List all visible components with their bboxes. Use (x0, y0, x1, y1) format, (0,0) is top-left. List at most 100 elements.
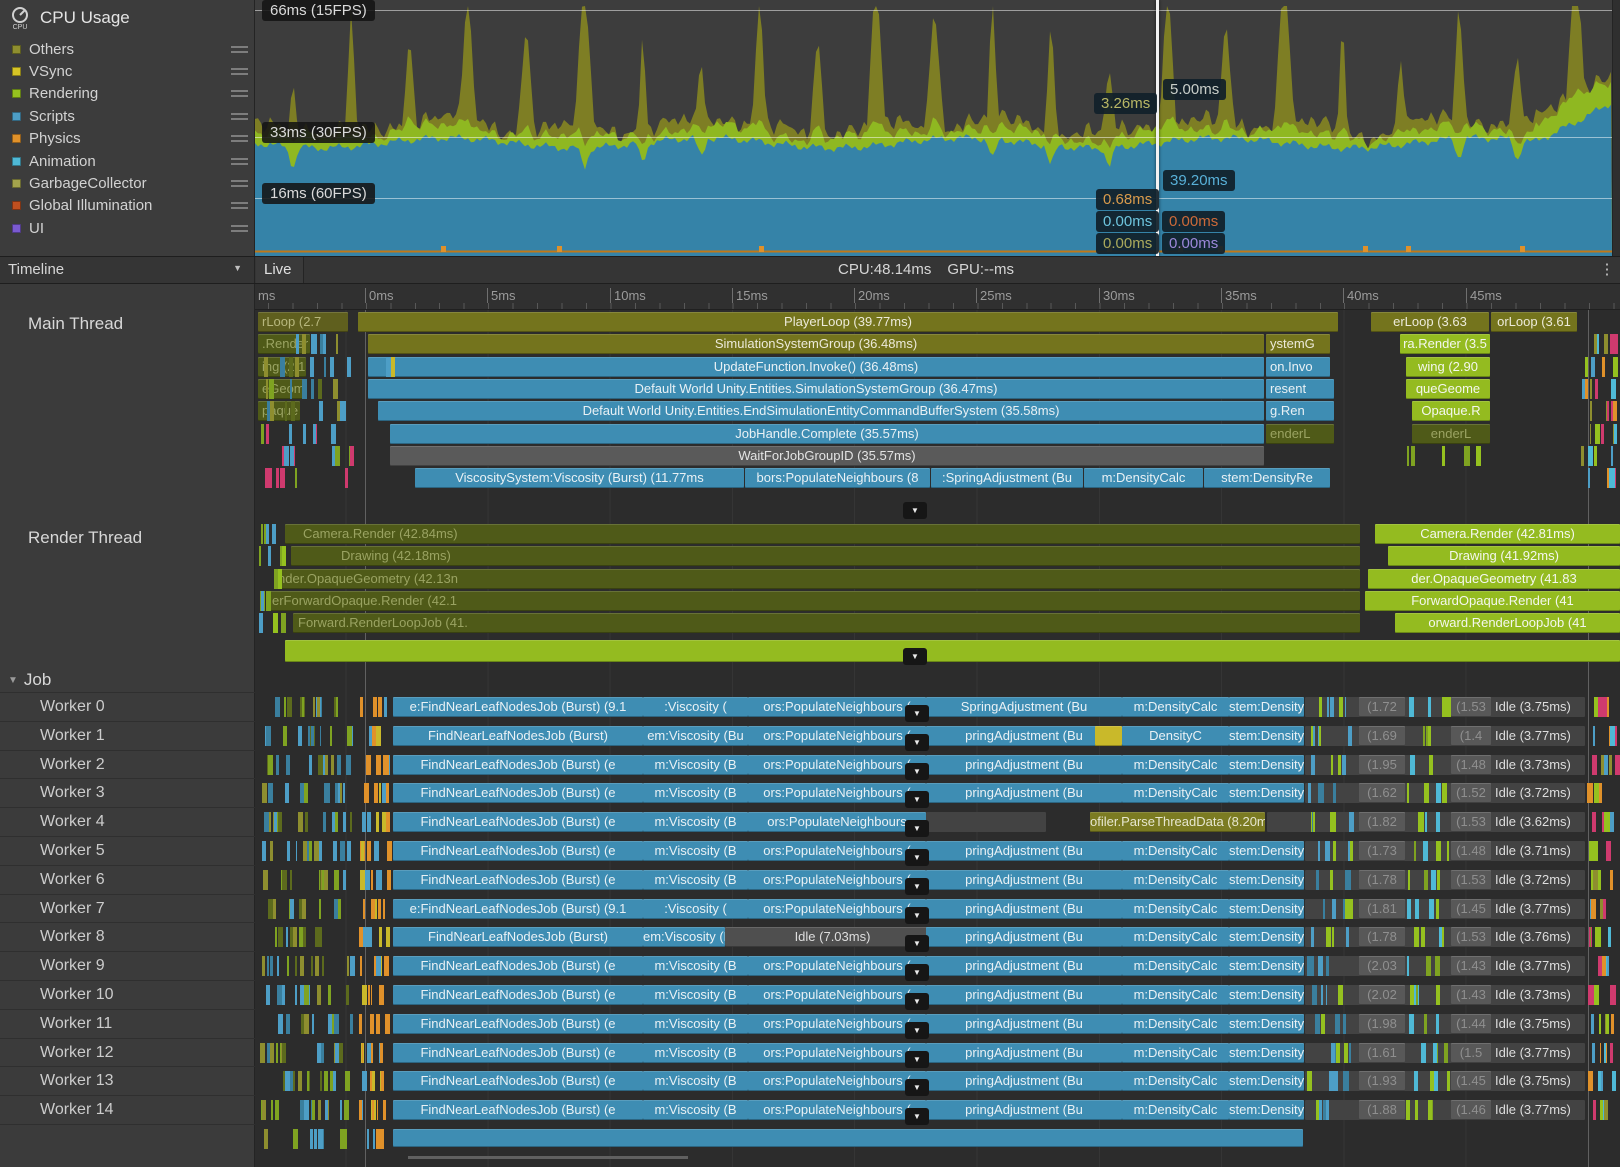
timeline-bar[interactable]: FindNearLeafNodesJob (Burst) (e (393, 985, 643, 1005)
timeline-bar[interactable]: Drawing (42.18ms) (291, 546, 1360, 566)
horizontal-scrollbar[interactable] (408, 1156, 688, 1159)
timeline-bar[interactable]: m:DensityCalc (1122, 841, 1229, 861)
timeline-bar[interactable]: pringAdjustment (Bu (926, 1100, 1122, 1120)
timeline-bar[interactable]: (1.53 (1451, 870, 1491, 890)
timeline-bar[interactable]: m:DensityCalc (1122, 956, 1229, 976)
timeline-bar[interactable]: ors:PopulateNeighbours ( (748, 1014, 926, 1034)
timeline-bar[interactable]: ForwardOpaque.Render (41 (1365, 591, 1620, 611)
timeline-bar[interactable]: stem:DensityRe (1229, 783, 1304, 803)
worker-row-label[interactable]: Worker 4 (40, 808, 105, 836)
timeline-track[interactable]: rLoop (2.7 PlayerLoop (39.77ms) erLoop (3.… (255, 310, 1620, 1167)
timeline-bar[interactable]: rLoop (2.7 (258, 312, 348, 332)
timeline-bar[interactable]: JobHandle.Complete (35.57ms) (390, 424, 1264, 444)
timeline-bar[interactable]: (1.48 (1451, 841, 1491, 861)
timeline-bar[interactable]: m:Viscosity (B (643, 1071, 748, 1091)
timeline-bar[interactable]: (2.03 (1359, 956, 1405, 976)
timeline-bar[interactable]: (1.53 (1451, 927, 1491, 947)
timeline-bar[interactable]: m:DensityCalc (1122, 1014, 1229, 1034)
timeline-bar[interactable]: ors:PopulateNeighbours ( (748, 755, 926, 775)
timeline-bar[interactable]: stem:DensityRe (1229, 1100, 1304, 1120)
timeline-bar[interactable]: m:DensityCalc (1122, 783, 1229, 803)
flow-event-marker[interactable]: ▼ (905, 935, 929, 952)
worker-row-label[interactable]: Worker 6 (40, 866, 105, 894)
timeline-bar[interactable]: ors:PopulateNeighbours ( (748, 1100, 926, 1120)
timeline-bar[interactable]: UpdateFunction.Invoke() (36.48ms) (368, 357, 1264, 377)
timeline-bar[interactable]: pringAdjustment (Bu (926, 927, 1122, 947)
timeline-bar[interactable]: FindNearLeafNodesJob (Burst) (e (393, 956, 643, 976)
timeline-bar[interactable]: :SpringAdjustment (Bu (931, 468, 1083, 488)
timeline-bar[interactable]: erLoop (3.63 (1371, 312, 1489, 332)
timeline-bar[interactable] (393, 1129, 1303, 1147)
timeline-bar[interactable] (926, 812, 1046, 832)
timeline-bar[interactable]: (2.02 (1359, 985, 1405, 1005)
timeline-bar[interactable]: pringAdjustment (Bu (926, 841, 1122, 861)
timeline-bar[interactable]: FindNearLeafNodesJob (Burst) (393, 927, 643, 947)
timeline-bar[interactable]: m:DensityCalc (1122, 1043, 1229, 1063)
flow-event-marker[interactable]: ▼ (905, 705, 929, 722)
timeline-bar[interactable]: em:Viscosity (Bu (643, 927, 725, 947)
worker-row-label[interactable]: Worker 3 (40, 779, 105, 807)
timeline-bar[interactable]: stem:DensityRe (1229, 899, 1304, 919)
timeline-bar[interactable]: FindNearLeafNodesJob (Burst) (e (393, 1100, 643, 1120)
flow-event-marker[interactable]: ▼ (905, 734, 929, 751)
drag-handle-icon[interactable] (231, 46, 248, 48)
timeline-bar[interactable]: ofiler.ParseThreadData (8.20m (1090, 812, 1265, 832)
timeline-bar[interactable]: PlayerLoop (39.77ms) (358, 312, 1338, 332)
worker-row-label[interactable]: Worker 10 (40, 981, 114, 1009)
timeline-bar[interactable]: bors:PopulateNeighbours (8 (745, 468, 930, 488)
timeline-bar[interactable]: on.Invo (1266, 357, 1330, 377)
timeline-bar[interactable]: stem:DensityRe (1229, 956, 1304, 976)
timeline-bar[interactable]: stem:DensityRe (1204, 468, 1330, 488)
timeline-bar[interactable]: m:DensityCalc (1122, 985, 1229, 1005)
main-thread-label[interactable]: Main Thread (28, 314, 123, 334)
timeline-bar[interactable]: (1.45 (1451, 899, 1491, 919)
timeline-bar[interactable]: FindNearLeafNodesJob (Burst) (e (393, 841, 643, 861)
timeline-bar[interactable]: m:DensityCalc (1122, 1100, 1229, 1120)
legend-item[interactable]: Rendering (12, 83, 248, 105)
timeline-bar[interactable]: :Viscosity ( (643, 899, 748, 919)
timeline-bar[interactable]: (1.4 (1451, 726, 1491, 746)
timeline-bar[interactable]: Default World Unity.Entities.SimulationS… (368, 379, 1264, 399)
timeline-bar[interactable]: (1.93 (1359, 1071, 1405, 1091)
timeline-bar[interactable]: stem:DensityRe (1229, 1014, 1304, 1034)
worker-row-label[interactable]: Worker 14 (40, 1096, 114, 1124)
timeline-bar[interactable]: pringAdjustment (Bu (926, 1043, 1122, 1063)
timeline-bar[interactable]: pringAdjustment (Bu (926, 726, 1122, 746)
timeline-bar[interactable]: (1.81 (1359, 899, 1405, 919)
timeline-bar[interactable]: (1.43 (1451, 985, 1491, 1005)
timeline-bar[interactable]: ors:PopulateNeighbours ( (748, 841, 926, 861)
timeline-bar[interactable]: FindNearLeafNodesJob (Burst) (e (393, 783, 643, 803)
timeline-bar[interactable]: enderL (1412, 424, 1490, 444)
drag-handle-icon[interactable] (231, 225, 248, 227)
legend-item[interactable]: Global Illumination (12, 195, 248, 217)
timeline-bar[interactable]: ors:PopulateNeighbours ( (748, 726, 926, 746)
flow-event-marker[interactable]: ▼ (905, 1051, 929, 1068)
flow-event-marker[interactable]: ▼ (905, 763, 929, 780)
timeline-bar[interactable]: Forward.RenderLoopJob (41. (293, 613, 1360, 633)
timeline-bar[interactable]: ors:PopulateNeighbours ( (748, 985, 926, 1005)
legend-item[interactable]: Others (12, 38, 248, 60)
timeline-bar[interactable]: Drawing (41.92ms) (1388, 546, 1620, 566)
timeline-bar[interactable]: stem:DensityRe (1229, 697, 1304, 717)
timeline-bar[interactable]: m:Viscosity (B (643, 841, 748, 861)
worker-row-label[interactable]: Worker 12 (40, 1039, 114, 1067)
kebab-menu-icon[interactable]: ⋮ (1598, 260, 1616, 280)
timeline-bar[interactable]: Opaque.R (1412, 401, 1490, 421)
timeline-bar[interactable]: (1.45 (1451, 1071, 1491, 1091)
flow-event-marker[interactable]: ▼ (905, 964, 929, 981)
worker-row-label[interactable]: Worker 0 (40, 693, 105, 721)
flow-event-marker[interactable]: ▼ (903, 648, 927, 665)
timeline-bar[interactable]: WaitForJobGroupID (35.57ms) (390, 446, 1264, 466)
timeline-bar[interactable]: ystemG (1266, 334, 1330, 354)
timeline-bar[interactable]: erForwardOpaque.Render (42.1 (269, 591, 1360, 611)
timeline-bar[interactable]: DensityC (1122, 726, 1229, 746)
timeline-bar[interactable]: FindNearLeafNodesJob (Burst) (e (393, 1014, 643, 1034)
worker-row-label[interactable]: Worker 5 (40, 837, 105, 865)
flow-event-marker[interactable]: ▼ (905, 878, 929, 895)
timeline-bar[interactable]: ors:PopulateNeighbours ( (748, 783, 926, 803)
legend-item[interactable]: GarbageCollector (12, 172, 248, 194)
timeline-bar[interactable]: m:Viscosity (B (643, 1100, 748, 1120)
time-ruler[interactable]: ms0ms5ms10ms15ms20ms25ms30ms35ms40ms45ms (255, 284, 1620, 310)
timeline-bar[interactable]: (1.72 (1359, 697, 1405, 717)
timeline-bar[interactable]: (1.48 (1451, 755, 1491, 775)
